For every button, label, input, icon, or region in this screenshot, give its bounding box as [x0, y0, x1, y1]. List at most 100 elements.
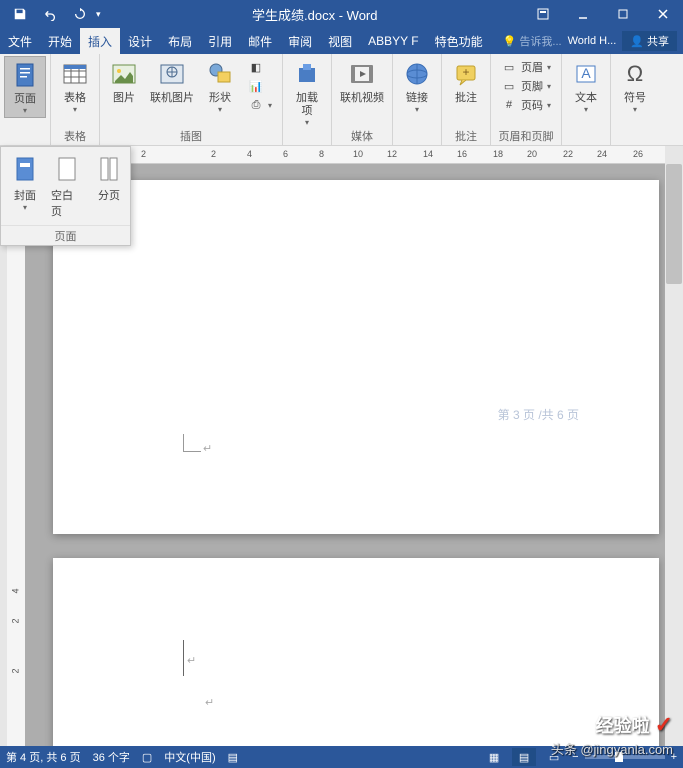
group-addins: 加载 项 ▾ — [283, 54, 332, 145]
ribbon: 页面 ▾ 页面 表格 ▾ 表格 图片 联机图片 — [0, 54, 683, 146]
blank-page-icon — [51, 153, 83, 185]
window-controls — [523, 0, 683, 28]
shapes-button[interactable]: 形状 ▾ — [200, 56, 240, 116]
addins-button[interactable]: 加载 项 ▾ — [287, 56, 327, 129]
shapes-icon — [204, 58, 236, 90]
cursor — [183, 640, 184, 676]
tab-design[interactable]: 设计 — [120, 28, 160, 54]
page-number-field: 第 3 页 /共 6 页 — [498, 406, 579, 423]
tab-references[interactable]: 引用 — [200, 28, 240, 54]
spellcheck-icon[interactable]: ▢ — [142, 751, 152, 764]
tab-special[interactable]: 特色功能 — [427, 28, 491, 54]
online-picture-icon — [156, 58, 188, 90]
screenshot-button[interactable]: ⎙▾ — [244, 96, 276, 114]
chevron-down-icon: ▾ — [23, 106, 27, 115]
title-bar: ▾ 学生成绩.docx - Word — [0, 0, 683, 28]
links-button[interactable]: 链接 ▾ — [397, 56, 437, 116]
chevron-down-icon: ▾ — [23, 203, 27, 212]
language-status[interactable]: 中文(中国) — [164, 749, 215, 765]
picture-button[interactable]: 图片 — [104, 56, 144, 107]
picture-icon — [108, 58, 140, 90]
cover-page-icon — [9, 153, 41, 185]
chart-button[interactable]: 📊 — [244, 77, 276, 95]
online-picture-button[interactable]: 联机图片 — [146, 56, 198, 107]
paragraph-mark-icon: ↵ — [205, 696, 214, 709]
account-label[interactable]: World H... — [568, 35, 617, 47]
page-count-status[interactable]: 第 4 页, 共 6 页 — [6, 749, 81, 765]
undo-button[interactable] — [36, 2, 64, 26]
pagenum-button[interactable]: #页码▾ — [497, 96, 555, 114]
table-button[interactable]: 表格 ▾ — [55, 56, 95, 116]
screenshot-icon: ⎙ — [248, 97, 264, 113]
macro-icon[interactable]: ▤ — [228, 751, 238, 764]
word-count-status[interactable]: 36 个字 — [93, 749, 130, 765]
link-icon — [401, 58, 433, 90]
chevron-down-icon: ▾ — [584, 105, 588, 114]
pages-button[interactable]: 页面 ▾ — [4, 56, 46, 118]
save-button[interactable] — [6, 2, 34, 26]
close-button[interactable] — [643, 0, 683, 28]
group-header-footer: ▭页眉▾ ▭页脚▾ #页码▾ 页眉和页脚 — [491, 54, 562, 145]
textbox-button[interactable]: A 文本 ▾ — [566, 56, 606, 116]
qat-dropdown-icon[interactable]: ▾ — [96, 9, 101, 20]
smartart-button[interactable]: ◧ — [244, 58, 276, 76]
ribbon-options-button[interactable] — [523, 0, 563, 28]
check-icon: ✓ — [655, 712, 673, 737]
smartart-icon: ◧ — [248, 59, 264, 75]
document-page[interactable]: ↵ ↵ — [53, 558, 659, 746]
scrollbar-thumb[interactable] — [666, 164, 682, 284]
comment-icon: + — [450, 58, 482, 90]
share-button[interactable]: 👤 共享 — [622, 31, 677, 51]
document-page[interactable]: 第 3 页 /共 6 页 ↵ — [53, 180, 659, 534]
print-layout-button[interactable]: ▤ — [512, 748, 536, 766]
comment-button[interactable]: + 批注 — [446, 56, 486, 107]
tab-home[interactable]: 开始 — [40, 28, 80, 54]
group-symbols: Ω 符号 ▾ — [611, 54, 659, 145]
textbox-icon: A — [570, 58, 602, 90]
tab-review[interactable]: 审阅 — [280, 28, 320, 54]
svg-text:A: A — [581, 65, 591, 81]
group-tables: 表格 ▾ 表格 — [51, 54, 100, 145]
tab-view[interactable]: 视图 — [320, 28, 360, 54]
read-mode-button[interactable]: ▦ — [482, 748, 506, 766]
footer-button[interactable]: ▭页脚▾ — [497, 77, 555, 95]
vertical-ruler[interactable]: 4 2 2 — [7, 164, 25, 746]
chevron-down-icon: ▾ — [218, 105, 222, 114]
watermark-logo: 经验啦 ✓ — [596, 712, 673, 738]
ribbon-tabs: 文件 开始 插入 设计 布局 引用 邮件 审阅 视图 ABBYY F 特色功能 … — [0, 28, 683, 54]
chevron-down-icon: ▾ — [305, 118, 309, 127]
page-break-icon — [93, 153, 125, 185]
symbol-icon: Ω — [619, 58, 651, 90]
tab-insert[interactable]: 插入 — [80, 28, 120, 54]
lightbulb-icon: 💡 — [503, 35, 517, 48]
group-illustrations: 图片 联机图片 形状 ▾ ◧ 📊 ⎙▾ 插图 — [100, 54, 283, 145]
maximize-button[interactable] — [603, 0, 643, 28]
document-area[interactable]: 第 3 页 /共 6 页 ↵ ↵ ↵ — [25, 164, 665, 746]
cover-page-button[interactable]: 封面 ▾ — [5, 151, 45, 221]
chart-icon: 📊 — [248, 78, 264, 94]
paragraph-mark — [183, 434, 201, 452]
group-links: 链接 ▾ — [393, 54, 442, 145]
tab-file[interactable]: 文件 — [0, 28, 40, 54]
vertical-scrollbar[interactable] — [665, 164, 683, 746]
group-comments: + 批注 批注 — [442, 54, 491, 145]
header-button[interactable]: ▭页眉▾ — [497, 58, 555, 76]
chevron-down-icon: ▾ — [415, 105, 419, 114]
page-break-button[interactable]: 分页 — [89, 151, 129, 221]
addin-icon — [291, 58, 323, 90]
person-icon: 👤 — [630, 35, 644, 48]
redo-button[interactable] — [66, 2, 94, 26]
online-video-button[interactable]: 联机视频 — [336, 56, 388, 107]
paragraph-mark-icon: ↵ — [203, 442, 212, 455]
tab-mailings[interactable]: 邮件 — [240, 28, 280, 54]
pagenum-icon: # — [501, 97, 517, 113]
minimize-button[interactable] — [563, 0, 603, 28]
symbol-button[interactable]: Ω 符号 ▾ — [615, 56, 655, 116]
tell-me-search[interactable]: 💡 告诉我... — [503, 33, 562, 49]
header-icon: ▭ — [501, 59, 517, 75]
table-icon — [59, 58, 91, 90]
watermark-sub: 头条 @jingyanla.com — [551, 739, 673, 758]
blank-page-button[interactable]: 空白页 — [47, 151, 87, 221]
tab-layout[interactable]: 布局 — [160, 28, 200, 54]
tab-abbyy[interactable]: ABBYY F — [360, 28, 426, 54]
